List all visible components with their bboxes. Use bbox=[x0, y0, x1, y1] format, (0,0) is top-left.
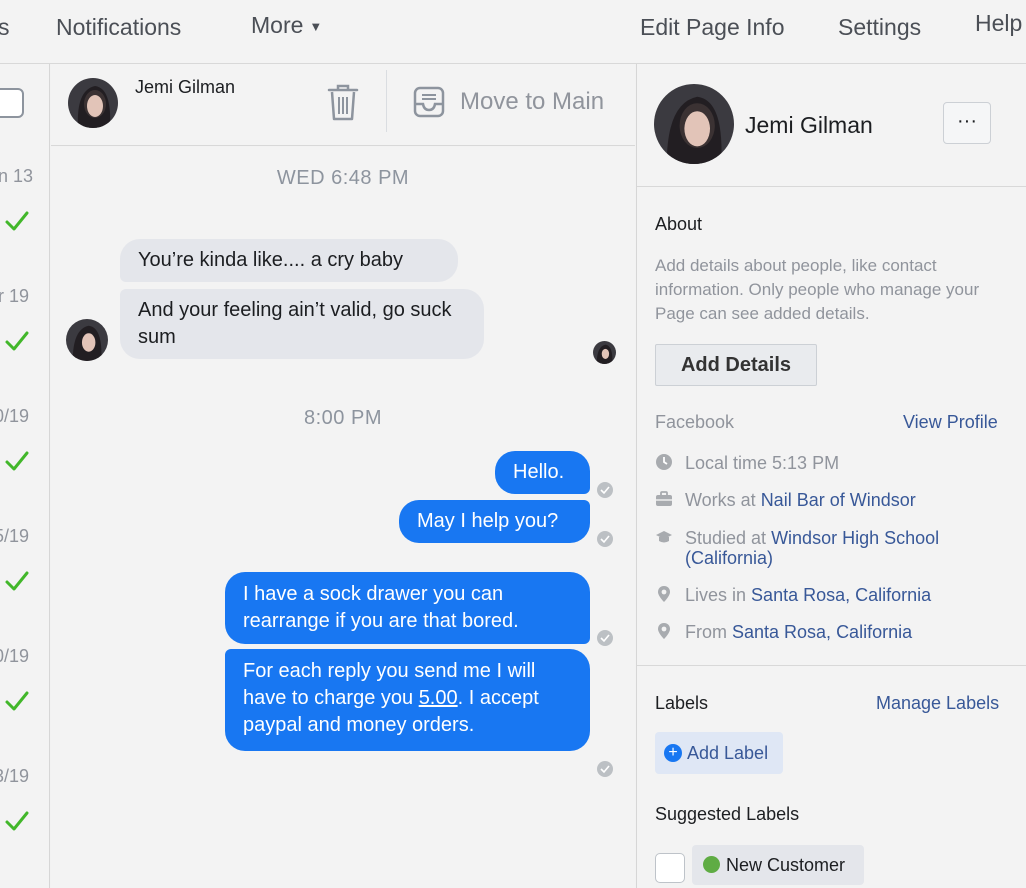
sender-avatar[interactable] bbox=[66, 319, 108, 361]
local-time: Local time 5:13 PM bbox=[685, 453, 840, 473]
suggested-label-text: New Customer bbox=[726, 855, 846, 875]
list-item-date: 3/19 bbox=[0, 766, 30, 786]
sent-message[interactable]: Hello. bbox=[495, 451, 590, 494]
inbox-list: n 13 r 19 0/19 5/19 0/19 3/19 bbox=[0, 64, 50, 888]
works-row: Works at Nail Bar of Windsor bbox=[655, 490, 1015, 510]
received-message[interactable]: And your feeling ain’t valid, go suck su… bbox=[120, 289, 484, 359]
sent-message[interactable]: I have a sock drawer you can rearrange i… bbox=[225, 572, 590, 644]
briefcase-icon bbox=[656, 491, 672, 506]
labels-heading: Labels bbox=[655, 693, 709, 713]
profile-panel: Jemi Gilman ··· About Add details about … bbox=[636, 64, 1026, 888]
sent-message[interactable]: For each reply you send me I will have t… bbox=[225, 649, 590, 751]
delivered-icon bbox=[597, 482, 613, 498]
divider bbox=[637, 186, 1026, 187]
from-link[interactable]: Santa Rosa, California bbox=[732, 622, 912, 642]
sent-message[interactable]: May I help you? bbox=[399, 500, 590, 543]
check-icon bbox=[5, 811, 29, 831]
suggested-label-chip[interactable]: New Customer bbox=[692, 845, 864, 885]
nav-notifications[interactable]: Notifications bbox=[56, 14, 181, 41]
caret-down-icon: ▼ bbox=[309, 19, 323, 35]
profile-avatar[interactable] bbox=[654, 84, 734, 164]
check-icon bbox=[5, 571, 29, 591]
nav-more[interactable]: More ▼ bbox=[251, 12, 322, 39]
check-icon bbox=[5, 211, 29, 231]
add-label-button[interactable]: + Add Label bbox=[655, 732, 783, 774]
timestamp: 8:00 PM bbox=[304, 407, 382, 429]
list-item-date: 0/19 bbox=[0, 406, 30, 426]
list-item-date: 5/19 bbox=[0, 526, 30, 546]
lives-row: Lives in Santa Rosa, California bbox=[655, 585, 1015, 605]
from-prefix: From bbox=[685, 622, 732, 642]
location-pin-icon bbox=[658, 586, 670, 602]
more-options-button[interactable]: ··· bbox=[943, 102, 991, 144]
top-navigation: s Notifications More ▼ Edit Page Info Set… bbox=[0, 0, 1026, 64]
about-heading: About bbox=[655, 214, 703, 234]
contact-name: Jemi Gilman bbox=[135, 77, 236, 97]
check-icon bbox=[5, 691, 29, 711]
facebook-label: Facebook bbox=[655, 412, 735, 432]
nav-item-partial[interactable]: s bbox=[0, 14, 10, 41]
add-label-text: Add Label bbox=[687, 743, 769, 763]
list-item-date: n 13 bbox=[0, 166, 34, 186]
graduation-cap-icon bbox=[656, 531, 672, 543]
about-description: Add details about people, like contact i… bbox=[655, 256, 980, 323]
profile-name: Jemi Gilman bbox=[745, 112, 873, 138]
check-icon bbox=[5, 331, 29, 351]
list-item-date: 0/19 bbox=[0, 646, 30, 666]
nav-edit-page-info[interactable]: Edit Page Info bbox=[640, 14, 785, 41]
message-thread: WED 6:48 PM You’re kinda like.... a cry … bbox=[51, 147, 635, 888]
conversation-header: Jemi Gilman Move to Main bbox=[51, 64, 635, 146]
inbox-tray-icon[interactable] bbox=[411, 84, 447, 120]
header-divider bbox=[386, 70, 387, 132]
delivered-icon bbox=[597, 761, 613, 777]
green-dot-icon bbox=[703, 856, 720, 873]
list-item-date: r 19 bbox=[0, 286, 30, 306]
clock-icon bbox=[656, 454, 672, 470]
lives-in-link[interactable]: Santa Rosa, California bbox=[751, 585, 931, 605]
delivered-icon bbox=[597, 630, 613, 646]
avatar[interactable] bbox=[68, 78, 118, 128]
location-pin-icon bbox=[658, 623, 670, 639]
works-prefix: Works at bbox=[685, 490, 761, 510]
amount-link[interactable]: 5.00 bbox=[419, 687, 458, 709]
delivered-icon bbox=[597, 531, 613, 547]
select-all-checkbox[interactable] bbox=[0, 88, 24, 118]
received-message[interactable]: You’re kinda like.... a cry baby bbox=[120, 239, 458, 282]
seen-avatar bbox=[593, 341, 616, 364]
plus-icon: + bbox=[664, 744, 682, 762]
nav-more-label: More bbox=[251, 12, 304, 38]
from-row: From Santa Rosa, California bbox=[655, 622, 1015, 642]
local-time-row: Local time 5:13 PM bbox=[655, 453, 1015, 473]
view-profile-link[interactable]: View Profile bbox=[903, 412, 998, 433]
check-icon bbox=[5, 451, 29, 471]
nav-help[interactable]: Help bbox=[975, 10, 1022, 37]
divider bbox=[637, 665, 1026, 666]
suggested-labels-heading: Suggested Labels bbox=[655, 804, 800, 824]
manage-labels-link[interactable]: Manage Labels bbox=[876, 693, 999, 714]
nav-settings[interactable]: Settings bbox=[838, 14, 921, 41]
lives-prefix: Lives in bbox=[685, 585, 752, 605]
move-to-main-button[interactable]: Move to Main bbox=[460, 88, 604, 116]
works-at-link[interactable]: Nail Bar of Windsor bbox=[761, 490, 916, 510]
studied-row: Studied at Windsor High School (Californ… bbox=[655, 528, 1015, 568]
timestamp: WED 6:48 PM bbox=[276, 167, 410, 189]
trash-icon[interactable] bbox=[325, 82, 361, 122]
add-details-button[interactable]: Add Details bbox=[655, 344, 817, 386]
studied-prefix: Studied at bbox=[685, 528, 772, 548]
label-checkbox[interactable] bbox=[655, 853, 685, 883]
